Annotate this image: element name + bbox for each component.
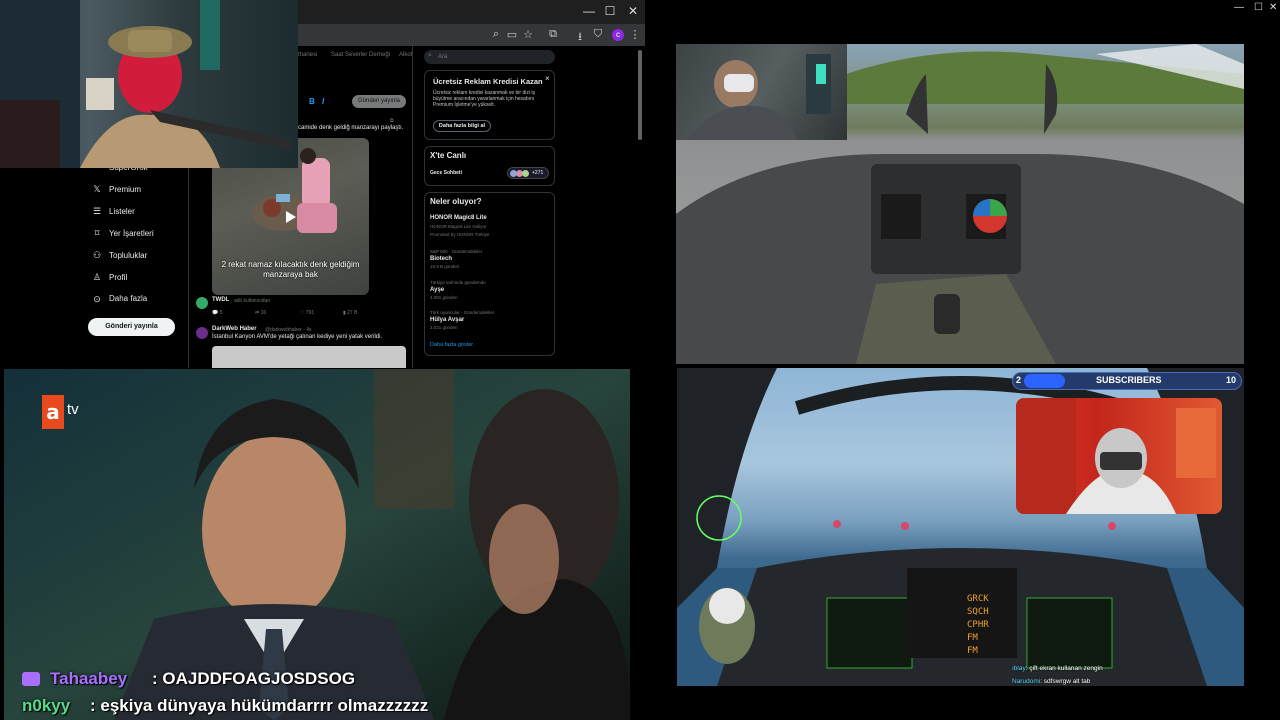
trend-name[interactable]: HONOR Magic8 Lite [430, 215, 487, 221]
trend-sub: 4.091 gönderi [430, 295, 458, 300]
channel-logo-a: a [42, 395, 64, 429]
player-camera-illustration [686, 54, 831, 140]
bold-button[interactable]: B [309, 97, 315, 106]
post-button[interactable]: Gönderi yayınla [88, 318, 175, 336]
show-more-link[interactable]: Daha fazla göster [430, 342, 473, 348]
streamer-webcam [1016, 398, 1222, 514]
tweet-handle: @darkwebhaber · 4s [265, 327, 312, 333]
search-icon: ⌕ [428, 52, 432, 59]
tweet-image[interactable] [212, 346, 406, 368]
player-camera [676, 44, 847, 140]
tweet-author[interactable]: DarkWeb Haber [212, 326, 257, 332]
trend-name[interactable]: Ayşe [430, 287, 444, 293]
live-title: X'te Canlı [430, 151, 467, 160]
sidebar-item-communities[interactable]: Topluluklar [109, 251, 147, 260]
send-post-button[interactable]: Gönderi yayınla [352, 95, 406, 108]
minimize-button[interactable]: — [1234, 2, 1244, 13]
video-caption: 2 rekat namaz kılacaktık denk geldiğim m… [221, 260, 360, 279]
live-item[interactable]: Gece Sohbeti [430, 170, 462, 176]
shield-icon[interactable]: ⛉ [590, 28, 606, 41]
subscriber-goal-fill [1024, 374, 1065, 388]
retweet-count[interactable]: ⇄ 16 [255, 310, 266, 316]
ad-body: Ücretsiz reklam kredisi kazanmak ve bir … [433, 90, 535, 108]
live-listeners[interactable]: +271 [507, 167, 549, 179]
tab-alkol[interactable]: Alkol [399, 52, 412, 58]
trend-sub: HONOR Magic8 Lite Geliyor [430, 224, 487, 229]
maximize-button[interactable]: ☐ [1254, 2, 1263, 13]
sidebar-item-profile[interactable]: Profil [109, 273, 127, 282]
trend-meta: Türk oyuncular · Gündemdekiler [430, 310, 495, 315]
tweet-text: İstanbul Kanyon AVM'de yetaği çalınan ke… [212, 334, 383, 340]
tweet-meta: adlı kullanıcıdan [234, 298, 271, 304]
tv-show-video [4, 369, 630, 720]
ad-title: Ücretsiz Reklam Kredisi Kazan [433, 77, 543, 86]
view-count[interactable]: ▮ 27 B [343, 310, 357, 316]
chat-username[interactable]: Tahaabey [50, 669, 127, 689]
sub-current: 2 [1016, 375, 1022, 385]
trend-sub: 15,9 B gönderi [430, 264, 460, 269]
listener-count: +271 [532, 170, 544, 176]
trend-meta: Türkiye tarihinde gündemde [430, 280, 486, 285]
download-icon[interactable]: ⭳ [572, 28, 588, 47]
more-options-icon[interactable]: ⧉ ⋯ [390, 118, 400, 124]
minimize-button[interactable]: — [578, 4, 600, 18]
hud-readout: GRCK SQCH CPHR FM FM [967, 594, 989, 656]
webcam-illustration [1016, 398, 1216, 514]
trend-name[interactable]: Hülya Avşar [430, 317, 464, 323]
sidebar-item-bookmarks[interactable]: Yer İşaretleri [109, 229, 154, 238]
reply-count[interactable]: 💬 5 [212, 310, 222, 316]
sidebar-item-more[interactable]: Daha fazla [109, 294, 147, 303]
bookmark-icon: ⌑ [94, 228, 100, 238]
close-icon[interactable]: × [545, 74, 550, 83]
trends-title: Neler oluyor? [430, 197, 482, 206]
trend-sub: 3.031 gönderi [430, 325, 458, 330]
chat-message: : eşkiya dünyaya hükümdarrrr olmazzzzzz [90, 696, 429, 715]
trend-promo: Promoted by HONOR Türkiye [430, 232, 490, 237]
star-icon[interactable]: ☆ [520, 28, 536, 41]
tweet-text: camide denk geldiğ manzarayı paylaştı. [298, 125, 404, 131]
sub-label: SUBSCRIBERS [1096, 375, 1162, 385]
trend-meta: S&P 500 · Gündemdekiler [430, 249, 483, 254]
x-logo-icon: 𝕏 [93, 184, 101, 194]
profile-icon[interactable]: c [612, 29, 624, 41]
avatar [196, 297, 208, 309]
streamer-webcam [0, 0, 298, 168]
tab-saat-severler[interactable]: Saat Severler Derneği [331, 52, 390, 58]
avatar [522, 170, 529, 177]
tweet-author[interactable]: TWDL [212, 297, 229, 303]
sidebar-item-premium[interactable]: Premium [109, 185, 141, 194]
person-icon: ♙ [92, 272, 102, 282]
tab-rthanesi[interactable]: rthanesi [296, 52, 317, 58]
extensions-icon[interactable]: ⧉ [545, 28, 561, 41]
italic-button[interactable]: I [322, 97, 324, 106]
zoom-icon[interactable]: ⌕ [488, 28, 504, 41]
webcam-illustration [0, 0, 292, 168]
learn-more-button[interactable]: Daha fazla bilgi al [433, 120, 491, 132]
sub-goal: 10 [1226, 375, 1237, 385]
like-count[interactable]: ♡ 791 [300, 310, 314, 316]
menu-icon[interactable]: ⋮ [627, 28, 643, 41]
chat-message: : OAJDDFOAGJOSDSOG [152, 669, 356, 688]
ingame-chat-line: Narudomi: sdfswrgw alt tab [1012, 678, 1091, 685]
twitch-badge-icon [22, 672, 40, 686]
ingame-chat-line: ıblay: çift ekran kullanan zengin [1012, 665, 1103, 672]
cast-icon[interactable]: ▭ [504, 28, 520, 41]
more-icon: ⊙ [93, 294, 101, 304]
channel-logo-tv: tv [67, 401, 79, 418]
trend-name[interactable]: Biotech [430, 256, 452, 262]
communities-icon: ⚇ [92, 250, 102, 260]
sidebar-item-lists[interactable]: Listeler [109, 207, 135, 216]
close-button[interactable]: ✕ [1269, 2, 1277, 13]
search-input[interactable]: Ara [424, 50, 555, 64]
list-icon: ☰ [92, 206, 102, 216]
close-button[interactable]: ✕ [622, 4, 644, 18]
scrollbar[interactable] [638, 50, 642, 140]
maximize-button[interactable]: ☐ [599, 4, 621, 18]
avatar [196, 327, 208, 339]
tv-scene-illustration [4, 369, 630, 720]
chat-username[interactable]: n0kyy [22, 696, 70, 716]
